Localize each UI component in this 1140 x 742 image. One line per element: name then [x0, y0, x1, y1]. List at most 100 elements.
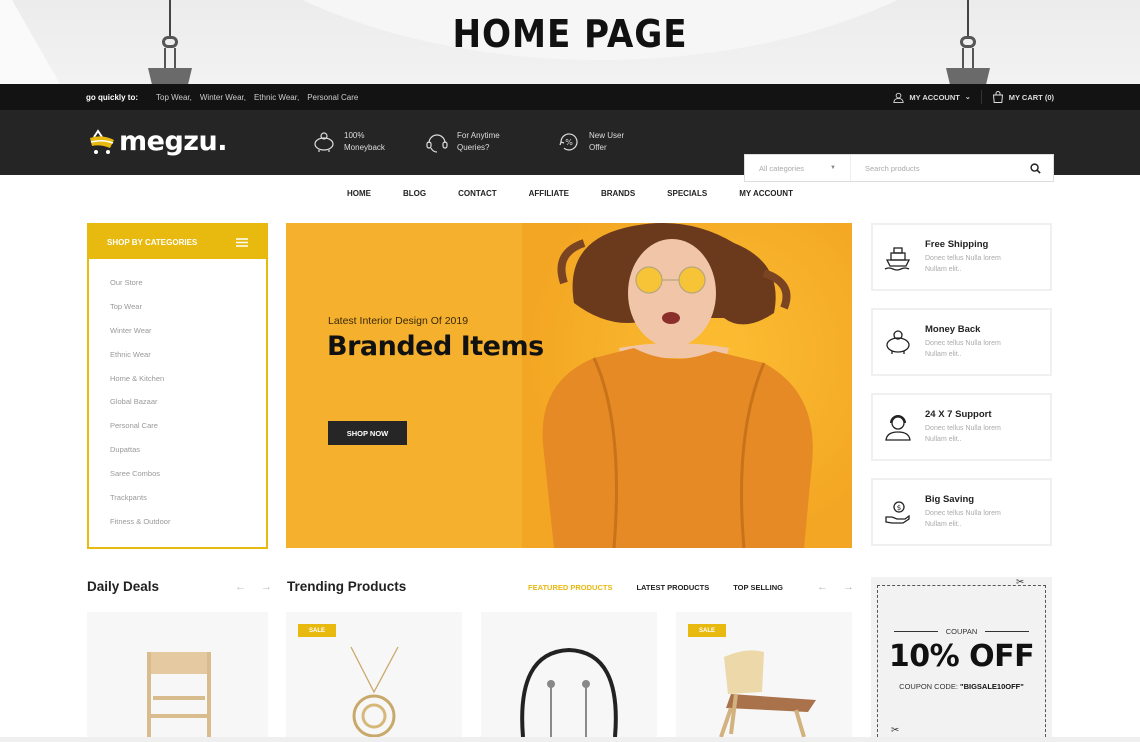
service-desc: Nullam elit..: [925, 266, 962, 273]
earphones-image: [520, 647, 618, 738]
nav-my-account[interactable]: MY ACCOUNT: [723, 189, 809, 198]
quick-link[interactable]: Top Wear,: [156, 93, 192, 102]
service-desc: Donec tellus Nulla lorem: [925, 510, 1001, 517]
category-item[interactable]: Fitness & Outdoor: [110, 515, 266, 539]
daily-deals-arrows[interactable]: ← →: [235, 581, 278, 593]
category-select[interactable]: All categories ▼: [745, 155, 851, 181]
top-bar: go quickly to: Top Wear, Winter Wear, Et…: [0, 84, 1140, 110]
menu-icon[interactable]: [236, 237, 248, 247]
nav-affiliate[interactable]: AFFILIATE: [513, 189, 585, 198]
product-card[interactable]: SALE: [286, 612, 462, 738]
background-slant: [0, 0, 60, 84]
logo[interactable]: megzu.: [88, 126, 227, 157]
category-item[interactable]: Global Bazaar: [110, 395, 266, 419]
category-item[interactable]: Trackpants: [110, 491, 266, 515]
support-agent-icon: [885, 415, 911, 441]
piggy-bank-icon: [314, 132, 334, 152]
hero-model-image: [542, 223, 813, 548]
service-desc: Donec tellus Nulla lorem: [925, 425, 1001, 432]
category-list: Our Store Top Wear Winter Wear Ethnic We…: [89, 259, 266, 539]
quick-link[interactable]: Winter Wear,: [200, 93, 246, 102]
search-input[interactable]: Search products: [851, 164, 1017, 173]
my-cart-button[interactable]: MY CART (0): [992, 91, 1054, 103]
tab-top-selling[interactable]: TOP SELLING: [733, 583, 783, 592]
svg-text:$: $: [897, 504, 901, 512]
user-icon: [893, 92, 904, 103]
shopping-bag-icon: [992, 91, 1003, 103]
service-desc: Nullam elit..: [925, 521, 962, 528]
quick-links-label: go quickly to:: [86, 92, 138, 102]
coupon-headline: 10% OFF: [888, 639, 1035, 674]
service-money-back: Money Back Donec tellus Nulla lorem Nullam…: [871, 308, 1052, 376]
service-desc: Nullam elit..: [925, 436, 962, 443]
coupon-label-row: COUPAN: [871, 627, 1052, 636]
svg-text:%: %: [565, 138, 573, 147]
hero-banner: Latest Interior Design Of 2019 Branded I…: [286, 223, 852, 548]
service-desc: Nullam elit..: [925, 351, 962, 358]
divider: [980, 90, 982, 104]
nav-brands[interactable]: BRANDS: [585, 189, 651, 198]
daily-deals-title: Daily Deals: [87, 579, 160, 594]
service-support: 24 X 7 Support Donec tellus Nulla lorem Nu…: [871, 393, 1052, 461]
category-item[interactable]: Our Store: [110, 276, 266, 300]
category-item[interactable]: Winter Wear: [110, 324, 266, 348]
search-button[interactable]: [1017, 162, 1053, 174]
product-card[interactable]: SALE: [676, 612, 852, 738]
nav-blog[interactable]: BLOG: [387, 189, 442, 198]
trending-products-title: Trending Products: [287, 579, 407, 594]
service-title: Free Shipping: [925, 239, 989, 250]
tab-latest-products[interactable]: LATEST PRODUCTS: [636, 583, 709, 592]
category-item[interactable]: Saree Combos: [110, 467, 266, 491]
feature-line2: Queries?: [457, 143, 490, 152]
website-mockup: go quickly to: Top Wear, Winter Wear, Et…: [0, 84, 1140, 738]
binder-clip-right-icon: [938, 0, 998, 92]
feature-line1: For Anytime: [457, 131, 500, 140]
service-title: 24 X 7 Support: [925, 409, 992, 420]
coupon-code-value: "BIGSALE10OFF": [960, 682, 1024, 691]
services-list: Free Shipping Donec tellus Nulla lorem Nul…: [871, 223, 1052, 563]
nav-contact[interactable]: CONTACT: [442, 189, 513, 198]
scissors-icon: ✂: [891, 725, 900, 736]
service-title: Money Back: [925, 324, 981, 335]
quick-link[interactable]: Personal Care: [307, 93, 358, 102]
tab-featured-products[interactable]: FEATURED PRODUCTS: [528, 583, 612, 592]
feature-line2: Offer: [589, 143, 607, 152]
my-account-menu[interactable]: MY ACCOUNT ⌄: [893, 92, 971, 103]
header: megzu. 100% Moneyback For Anytime Queries?…: [0, 110, 1140, 182]
caret-down-icon: ▼: [830, 165, 836, 171]
product-tabs: FEATURED PRODUCTS LATEST PRODUCTS TOP SE…: [528, 583, 783, 592]
shop-now-button[interactable]: SHOP NOW: [328, 421, 407, 445]
category-select-value: All categories: [759, 163, 805, 173]
search-bar: All categories ▼ Search products: [744, 154, 1054, 182]
nav-specials[interactable]: SPECIALS: [651, 189, 723, 198]
service-title: Big Saving: [925, 494, 975, 505]
binder-clip-left-icon: [140, 0, 200, 92]
coin-hand-icon: $: [885, 501, 910, 524]
hero-subtitle: Latest Interior Design Of 2019: [328, 315, 469, 327]
percent-offer-icon: %: [559, 133, 578, 151]
feature-line1: 100%: [344, 131, 365, 140]
nav-home[interactable]: HOME: [331, 189, 387, 198]
piggy-bank-icon: [886, 330, 910, 354]
category-item[interactable]: Top Wear: [110, 300, 266, 324]
feature-moneyback: 100% Moneyback: [312, 130, 385, 154]
feature-queries: For Anytime Queries?: [425, 130, 500, 154]
main-nav: HOME BLOG CONTACT AFFILIATE BRANDS SPECI…: [0, 189, 1140, 198]
my-account-label: MY ACCOUNT: [909, 92, 960, 102]
coupon-card: ✂ ✂ COUPAN 10% OFF COUPON CODE: "BIGSALE…: [871, 577, 1052, 737]
product-card[interactable]: [481, 612, 657, 738]
logo-text: megzu.: [119, 126, 227, 157]
service-free-shipping: Free Shipping Donec tellus Nulla lorem Nul…: [871, 223, 1052, 291]
category-sidebar: SHOP BY CATEGORIES Our Store Top Wear Wi…: [87, 223, 268, 549]
category-item[interactable]: Dupattas: [110, 443, 266, 467]
service-desc: Donec tellus Nulla lorem: [925, 255, 1001, 262]
service-big-saving: $ Big Saving Donec tellus Nulla lorem Null…: [871, 478, 1052, 546]
trending-arrows[interactable]: ← →: [817, 581, 860, 593]
chevron-down-icon: ⌄: [964, 94, 971, 101]
category-item[interactable]: Home & Kitchen: [110, 372, 266, 396]
category-item[interactable]: Ethnic Wear: [110, 348, 266, 372]
product-card[interactable]: [87, 612, 268, 737]
chair-image: [147, 652, 211, 737]
category-item[interactable]: Personal Care: [110, 419, 266, 443]
quick-link[interactable]: Ethnic Wear,: [254, 93, 299, 102]
